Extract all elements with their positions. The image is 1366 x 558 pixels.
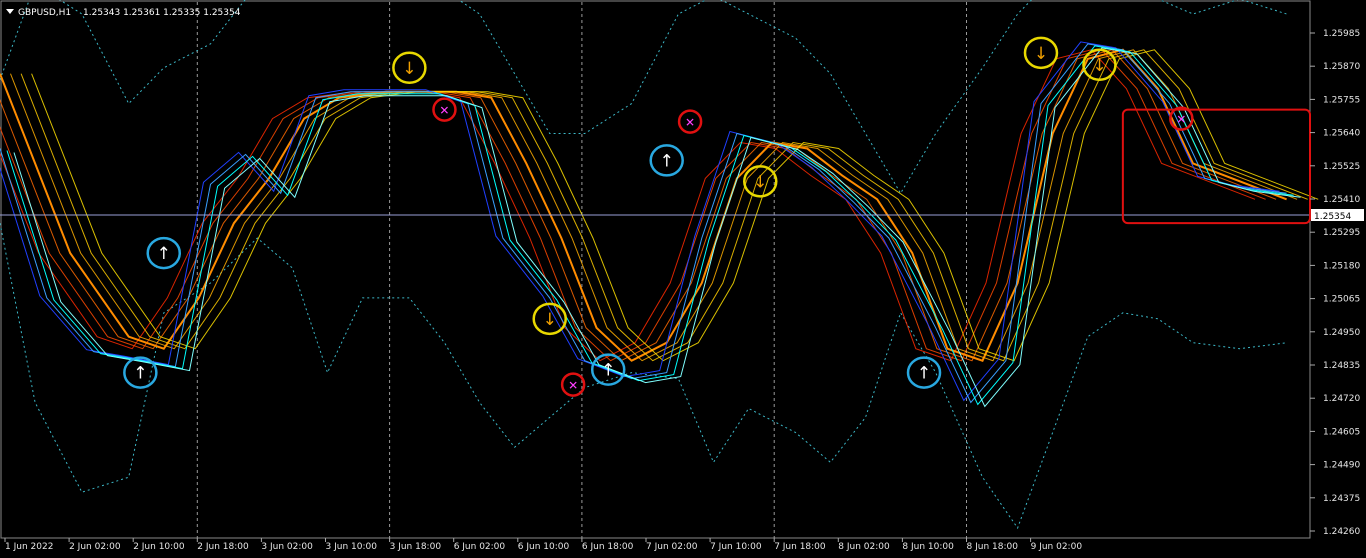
sell-arrow: ↓ <box>753 172 767 192</box>
x-tick-label: 6 Jun 18:00 <box>582 542 634 552</box>
x-tick-label: 7 Jun 10:00 <box>710 542 762 552</box>
y-tick-label: 1.25525 <box>1323 162 1360 172</box>
y-tick-label: 1.24605 <box>1323 427 1360 437</box>
x-tick-label: 2 Jun 02:00 <box>69 542 121 552</box>
x-tick-label: 8 Jun 02:00 <box>838 542 890 552</box>
buy-arrow: ↑ <box>601 361 615 381</box>
y-tick-label: 1.25410 <box>1323 195 1360 205</box>
exit-cross: ✕ <box>568 379 578 393</box>
sell-arrow: ↓ <box>543 310 557 330</box>
x-tick-label: 3 Jun 02:00 <box>261 542 313 552</box>
x-tick-label: 2 Jun 18:00 <box>197 542 249 552</box>
y-tick-label: 1.24835 <box>1323 361 1360 371</box>
x-tick-label: 8 Jun 10:00 <box>902 542 954 552</box>
x-tick-label: 6 Jun 10:00 <box>518 542 570 552</box>
symbol-label: GBPUSD,H1 <box>18 8 71 18</box>
ohlc-values: 1.25343 1.25361 1.25335 1.25354 <box>83 8 241 18</box>
sell-arrow: ↓ <box>1092 56 1106 76</box>
y-tick-label: 1.25065 <box>1323 295 1360 305</box>
y-tick-label: 1.24375 <box>1323 494 1360 504</box>
y-tick-label: 1.24260 <box>1323 527 1360 537</box>
buy-arrow: ↑ <box>917 364 931 384</box>
buy-arrow: ↑ <box>157 244 171 264</box>
sell-arrow: ↓ <box>1034 44 1048 64</box>
y-tick-label: 1.24720 <box>1323 394 1360 404</box>
buy-arrow: ↑ <box>660 151 674 171</box>
y-tick-label: 1.25755 <box>1323 95 1360 105</box>
x-tick-label: 7 Jun 02:00 <box>646 542 698 552</box>
x-tick-label: 7 Jun 18:00 <box>774 542 826 552</box>
x-tick-label: 8 Jun 18:00 <box>967 542 1019 552</box>
y-tick-label: 1.25640 <box>1323 129 1360 139</box>
y-tick-label: 1.25870 <box>1323 62 1360 72</box>
y-tick-label: 1.25985 <box>1323 29 1360 39</box>
y-tick-label: 1.25295 <box>1323 228 1360 238</box>
exit-cross: ✕ <box>439 104 449 118</box>
x-tick-label: 9 Jun 02:00 <box>1031 542 1083 552</box>
time-axis[interactable]: 1 Jun 2022 2 Jun 02:00 2 Jun 10:00 2 Jun 18… <box>4 538 1083 552</box>
y-tick-label: 1.25180 <box>1323 261 1360 271</box>
x-tick-label: 6 Jun 02:00 <box>454 542 506 552</box>
price-chart[interactable]: ↑ ↑ ↓ ✕ ↓ ✕ ↑ ↑ ✕ ↓ ↑ ↓ ↓ ✕ GBPUSD,H1 1.25343 1.25361… <box>0 0 1366 558</box>
y-tick-label: 1.24950 <box>1323 328 1360 338</box>
window-title: GBPUSD,H1 1.25343 1.25361 1.25335 1.2535… <box>6 8 241 18</box>
x-tick-label: 2 Jun 10:00 <box>133 542 185 552</box>
x-tick-label: 3 Jun 10:00 <box>326 542 378 552</box>
current-price-tag: 1.25354 <box>1311 209 1364 222</box>
svg-text:1.25354: 1.25354 <box>1314 212 1351 222</box>
x-tick-label: 3 Jun 18:00 <box>390 542 442 552</box>
x-tick-label: 1 Jun 2022 <box>5 542 53 552</box>
buy-arrow: ↑ <box>133 364 147 384</box>
price-axis[interactable]: 1.25985 1.25870 1.25755 1.25640 1.25525 1.254… <box>1310 29 1360 537</box>
exit-cross: ✕ <box>685 116 695 130</box>
sell-arrow: ↓ <box>402 59 416 79</box>
y-tick-label: 1.24490 <box>1323 461 1360 471</box>
exit-cross: ✕ <box>1176 113 1186 127</box>
